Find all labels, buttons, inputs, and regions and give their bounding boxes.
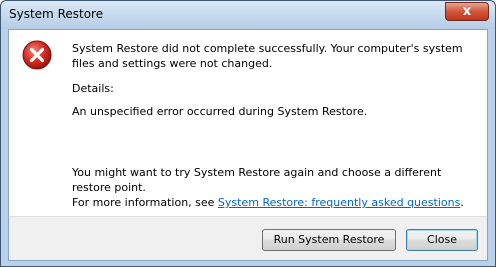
close-window-button[interactable]: x [445,2,489,21]
button-bar: Run System Restore Close [9,216,487,260]
dialog-window: System Restore x System Restore did not … [0,0,496,267]
error-message: System Restore did not complete successf… [72,42,463,70]
dialog-client-area: System Restore did not complete successf… [8,29,488,261]
details-text: An unspecified error occurred during Sys… [72,105,368,118]
hint-suffix: . [460,196,464,209]
hint-prefix: For more information, see [72,196,218,209]
run-system-restore-button[interactable]: Run System Restore [262,229,396,251]
hint-text: You might want to try System Restore aga… [72,165,482,210]
hint-line-1: You might want to try System Restore aga… [72,166,442,194]
details-label: Details: [72,82,114,95]
window-title: System Restore [9,7,104,21]
title-bar[interactable]: System Restore x [1,1,495,29]
error-icon [22,40,52,70]
close-button[interactable]: Close [406,229,478,251]
faq-link[interactable]: System Restore: frequently asked questio… [218,196,460,209]
message-area: System Restore did not complete successf… [9,30,487,216]
